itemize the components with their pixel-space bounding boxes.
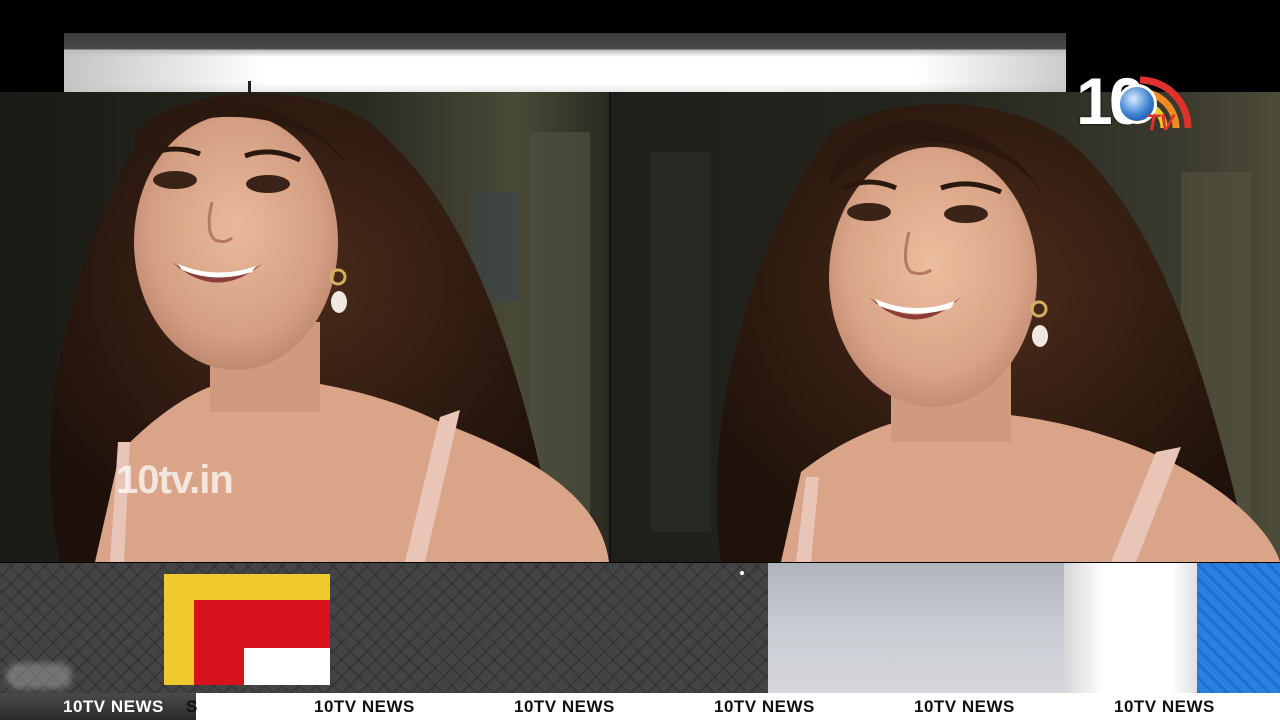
news-ticker: 10TV NEWS S 10TV NEWS 10TV NEWS 10TV NEW… [0, 693, 1280, 720]
photo-left: 10tv.in [0, 92, 609, 562]
photo-right [611, 92, 1280, 562]
panel-grey [768, 563, 1064, 693]
channel-logo: 10 TV [1070, 40, 1200, 140]
ticker-label-text: 10TV NEWS [63, 697, 164, 716]
ticker-item: 10TV NEWS [1114, 697, 1215, 716]
lower-third-panel [0, 563, 1280, 693]
ticker-item: 10TV NEWS [914, 697, 1015, 716]
ticker-item: 10TV NEWS [314, 697, 415, 716]
ticker-fragment: S [186, 697, 198, 716]
brand-square-icon [164, 574, 330, 685]
ticker-item: 10TV NEWS [514, 697, 615, 716]
headline-strip [64, 33, 1066, 99]
blurred-badge [6, 663, 72, 689]
panel-blue [1197, 563, 1280, 693]
logo-sub: TV [1146, 110, 1175, 135]
panel-white [1064, 563, 1197, 693]
spark-dot [740, 571, 744, 575]
ticker-label: 10TV NEWS [0, 693, 196, 720]
panel-dark [0, 563, 768, 693]
watermark: 10tv.in [116, 458, 234, 502]
ticker-item: 10TV NEWS [714, 697, 815, 716]
brand-square-white [244, 648, 330, 685]
photo-right-image [611, 92, 1280, 562]
photo-left-image [0, 92, 609, 562]
